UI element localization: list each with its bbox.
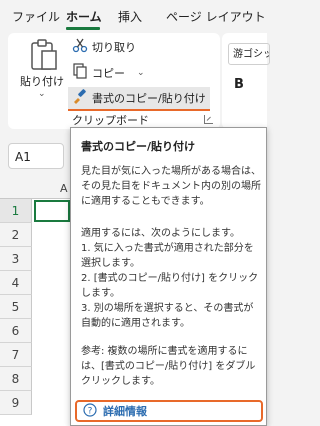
chevron-down-icon: ⌄ [38, 89, 46, 99]
help-icon: ? [83, 402, 97, 421]
row-header-3[interactable]: 3 [0, 247, 32, 271]
row-header-2[interactable]: 2 [0, 223, 32, 247]
row-header-6[interactable]: 6 [0, 319, 32, 343]
clipboard-group-label: クリップボード [72, 114, 149, 127]
row-header-5[interactable]: 5 [0, 295, 32, 319]
cut-button[interactable]: 切り取り [72, 37, 136, 57]
row-header-1[interactable]: 1 [0, 199, 32, 223]
tooltip-note: 参考: 複数の場所に書式を適用するには、[書式のコピー/貼り付け] をダブルクリ… [81, 346, 256, 387]
font-name-box[interactable]: 游ゴシッ [228, 43, 270, 65]
dialog-launcher-icon[interactable] [204, 115, 213, 124]
tab-file[interactable]: ファイル [12, 8, 60, 25]
more-info-label: 詳細情報 [103, 405, 147, 418]
tooltip-howto-intro: 適用するには、次のようにします。 [81, 228, 240, 239]
tab-page-layout[interactable]: ページ レイアウト [166, 8, 266, 25]
tooltip-title: 書式のコピー/貼り付け [81, 140, 196, 153]
column-header-a[interactable]: A [60, 182, 68, 195]
name-box[interactable]: A1 [8, 143, 64, 169]
tab-insert[interactable]: 挿入 [118, 8, 142, 25]
copy-icon [72, 63, 88, 83]
tooltip-step-1: 1. 気に入った書式が適用された部分を選択します。 [81, 243, 254, 269]
tab-home[interactable]: ホーム [66, 8, 102, 25]
row-header-8[interactable]: 8 [0, 367, 32, 391]
paintbrush-icon [72, 88, 88, 108]
paste-button[interactable]: 貼り付け ⌄ [20, 39, 68, 103]
copy-label: コピー [92, 67, 125, 80]
format-painter-content: 書式のコピー/貼り付け [72, 88, 206, 108]
tooltip-step-2: 2. [書式のコピー/貼り付け] をクリックします。 [81, 273, 259, 299]
paste-icon [30, 39, 58, 75]
cut-label: 切り取り [92, 41, 136, 54]
tooltip-step-3: 3. 別の場所を選択すると、その書式が自動的に適用されます。 [81, 303, 254, 329]
chevron-down-icon[interactable]: ⌄ [137, 68, 145, 78]
row-header-4[interactable]: 4 [0, 271, 32, 295]
format-painter-label: 書式のコピー/貼り付け [92, 92, 206, 105]
svg-text:?: ? [88, 406, 93, 416]
copy-button[interactable]: コピー ⌄ [72, 63, 145, 83]
selected-cell-a1[interactable] [34, 200, 70, 222]
row-header-9[interactable]: 9 [0, 391, 32, 415]
scissors-icon [72, 37, 88, 57]
paste-label: 貼り付け [20, 75, 64, 88]
active-tab-indicator [66, 27, 100, 30]
tooltip-description: 見た目が気に入った場所がある場合は、その見た目をドキュメント内の別の場所に適用す… [81, 166, 261, 207]
bold-button[interactable]: B [234, 77, 244, 92]
row-header-7[interactable]: 7 [0, 343, 32, 367]
format-painter-tooltip: 書式のコピー/貼り付け 見た目が気に入った場所がある場合は、その見た目をドキュメ… [70, 127, 267, 426]
more-info-link[interactable]: ? 詳細情報 [75, 400, 263, 422]
ribbon-font-group: 游ゴシッ B [222, 33, 270, 129]
